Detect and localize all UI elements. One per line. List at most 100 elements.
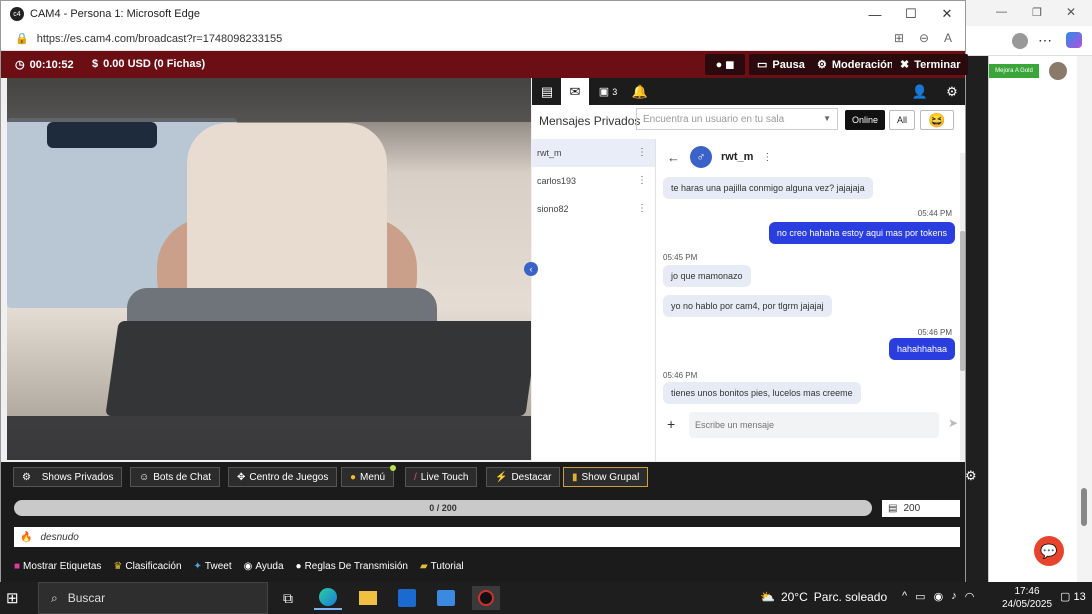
lock-icon[interactable]: 🔒	[15, 32, 29, 45]
filter-online-button[interactable]: Online	[845, 110, 885, 130]
private-messages-tab-icon[interactable]: ✉	[561, 78, 589, 105]
background-scrollbar[interactable]	[1078, 56, 1092, 582]
end-broadcast-button[interactable]: ✖ Terminar	[892, 54, 969, 75]
cam4-taskbar-icon[interactable]	[472, 586, 500, 610]
minimize-icon[interactable]: —	[857, 1, 893, 27]
pause-button[interactable]: ▭ Pausa	[749, 54, 813, 75]
copilot-icon[interactable]	[1066, 32, 1082, 48]
wifi-icon[interactable]: ◠	[965, 590, 975, 603]
weather-icon: ⛅	[760, 590, 775, 604]
earnings: $ 0.00 USD (0 Fichas)	[92, 58, 205, 70]
show-tags-link[interactable]: ■ Mostrar Etiquetas	[14, 559, 101, 573]
background-restore-icon[interactable]: ❐	[1032, 6, 1042, 19]
help-link[interactable]: ◉ Ayuda	[244, 559, 284, 573]
camera-icon[interactable]: ◉	[934, 590, 944, 603]
read-aloud-icon[interactable]: A	[944, 31, 952, 45]
address-bar[interactable]: 🔒 https://es.cam4.com/broadcast?r=174809…	[1, 27, 965, 51]
more-vertical-icon[interactable]: ⋮	[637, 175, 647, 186]
maximize-icon[interactable]: ☐	[893, 1, 929, 27]
support-chat-icon[interactable]: 💬	[1034, 536, 1064, 566]
profile-avatar-icon[interactable]	[1012, 33, 1028, 49]
topic-field[interactable]: 🔥 desnudo	[14, 527, 960, 547]
pause-icon: ▭	[757, 59, 768, 71]
conversation: ← ♂ rwt_m ⋮ te haras una pajilla conmigo…	[659, 139, 965, 461]
user-search-dropdown[interactable]: Encuentra un usuario en tu sala ▼	[636, 108, 838, 130]
clock-date: 24/05/2025	[1002, 599, 1053, 610]
tweet-link[interactable]: ✦ Tweet	[194, 559, 232, 573]
device-icon[interactable]: ▭	[915, 590, 925, 603]
zoom-icon[interactable]: ⊖	[919, 31, 929, 45]
group-show-button[interactable]: ▮ Show Grupal	[563, 467, 649, 487]
url-text[interactable]: https://es.cam4.com/broadcast?r=17480982…	[37, 33, 283, 45]
filter-all-button[interactable]: All	[889, 110, 915, 130]
background-minimize-icon[interactable]: —	[996, 6, 1007, 18]
more-vertical-icon[interactable]: ⋮	[637, 203, 647, 214]
robot-icon: ☺	[139, 471, 150, 483]
close-icon[interactable]: ✕	[929, 1, 965, 27]
chat-settings-icon[interactable]: ⚙	[938, 78, 966, 105]
video-preview[interactable]	[7, 78, 531, 460]
gear-icon: ⚙	[22, 471, 31, 483]
file-explorer-icon[interactable]	[354, 586, 382, 610]
gamepad-icon: ✥	[237, 471, 246, 483]
viewers-tab[interactable]: ▣ 3	[591, 78, 625, 105]
task-view-icon[interactable]: ⧉	[274, 586, 302, 610]
more-vertical-icon[interactable]: ⋮	[762, 152, 772, 163]
background-close-icon[interactable]: ✕	[1066, 5, 1076, 19]
bell-icon[interactable]: 🔔	[626, 78, 654, 105]
weather-widget[interactable]: ⛅ 20°C Parc. soleado	[760, 590, 887, 604]
goal-area: 0 / 200 ▤ 200 🔥 desnudo ■ Mostrar Etiquet…	[1, 491, 965, 583]
live-touch-button[interactable]: / Live Touch	[405, 467, 478, 487]
volume-icon[interactable]: ♪	[951, 590, 957, 603]
windows-start-icon[interactable]: ⊞	[6, 589, 19, 607]
outlook-icon[interactable]	[393, 586, 421, 610]
list-item[interactable]: rwt_m ⋮	[532, 139, 655, 167]
private-shows-button[interactable]: ⚙ Shows Privados	[13, 467, 123, 487]
menu-button[interactable]: ● Menú	[341, 465, 397, 487]
chat-scroll-thumb[interactable]	[960, 231, 965, 371]
edge-taskbar-icon[interactable]	[314, 586, 342, 610]
message-incoming: yo no hablo por cam4, por tlgrm jajajaj	[663, 295, 832, 317]
broadcast-toolbar: ⚙ Shows Privados ☺ Bots de Chat ✥ Centro…	[1, 462, 977, 491]
background-avatar[interactable]	[1049, 62, 1067, 80]
more-vertical-icon[interactable]: ⋮	[637, 147, 647, 158]
viewers-count: 3	[612, 86, 618, 97]
notification-center[interactable]: ▢ 13	[1060, 590, 1086, 603]
list-item[interactable]: siono82 ⋮	[532, 195, 655, 223]
link-label: Clasificación	[125, 560, 182, 572]
store-icon[interactable]	[432, 586, 460, 610]
user-name: carlos193	[537, 176, 577, 186]
gold-upgrade-badge[interactable]: Mejora A Gold	[989, 64, 1039, 78]
back-arrow-icon[interactable]: ←	[667, 150, 680, 165]
taskbar-search[interactable]: ⌕ Buscar	[38, 582, 268, 614]
chat-bots-button[interactable]: ☺ Bots de Chat	[130, 467, 221, 487]
game-center-button[interactable]: ✥ Centro de Juegos	[228, 467, 338, 487]
rules-link[interactable]: ● Reglas De Transmisión	[296, 559, 408, 573]
collapse-chat-icon[interactable]: ‹	[524, 262, 538, 276]
toolbar-settings-icon[interactable]: ⚙	[965, 468, 977, 484]
chevron-up-icon[interactable]: ^	[902, 590, 907, 603]
background-scroll-thumb[interactable]	[1081, 488, 1087, 526]
add-user-icon[interactable]: 👤	[906, 78, 934, 105]
goal-input[interactable]: ▤ 200	[882, 500, 960, 517]
conversation-header: ← ♂ rwt_m ⋮	[659, 139, 965, 175]
plus-icon[interactable]: +	[667, 416, 675, 432]
moderation-button[interactable]: ⚙ Moderación	[809, 54, 902, 75]
bolt-icon: ⚡	[495, 471, 508, 483]
taskbar-clock[interactable]: 17:46 24/05/2025	[1002, 585, 1052, 611]
public-chat-tab-icon[interactable]: ▤	[533, 78, 561, 105]
more-options-icon[interactable]: ⋯	[1038, 32, 1052, 49]
tutorial-link[interactable]: ▰ Tutorial	[420, 559, 464, 573]
list-item[interactable]: carlos193 ⋮	[532, 167, 655, 195]
send-icon[interactable]: ➤	[948, 416, 958, 430]
clock-time: 17:46	[1014, 586, 1040, 597]
button-label: Live Touch	[420, 471, 469, 483]
user-search-placeholder: Encuentra un usuario en tu sala	[643, 114, 785, 125]
goal-progress-bar: 0 / 200	[14, 500, 872, 516]
emoji-icon[interactable]: 😆	[920, 110, 954, 130]
app-available-icon[interactable]: ⊞	[894, 31, 904, 45]
message-input[interactable]	[689, 412, 939, 438]
ranking-link[interactable]: ♛ Clasificación	[113, 559, 181, 573]
camera-toggle-button[interactable]: ● ◼	[705, 54, 745, 75]
feature-button[interactable]: ⚡ Destacar	[486, 467, 561, 487]
